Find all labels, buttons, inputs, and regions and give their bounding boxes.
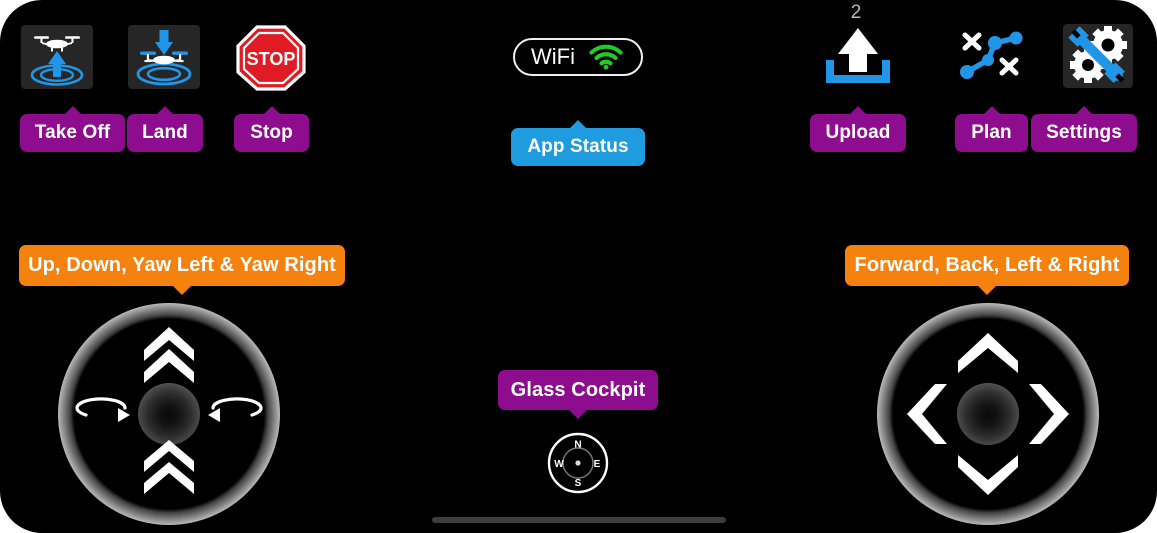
left-stick-label-callout: Up, Down, Yaw Left & Yaw Right: [19, 245, 345, 295]
drone-take-off-icon[interactable]: [21, 25, 93, 89]
take-off-glyph: [30, 36, 84, 86]
take-off-label: Take Off: [34, 122, 111, 143]
waypoint-plan-icon[interactable]: [955, 24, 1027, 88]
upload-label: Upload: [825, 122, 891, 143]
callout-notch: [982, 106, 1001, 115]
compass-icon[interactable]: N E S W: [547, 432, 609, 494]
callout-notch: [849, 106, 867, 115]
callout-notch: [1075, 106, 1093, 115]
land-label: Land: [142, 122, 188, 143]
drone-land-icon[interactable]: [128, 25, 200, 89]
compass-west-label: W: [554, 459, 564, 470]
wifi-status-pill[interactable]: WiFi: [513, 38, 643, 76]
plan-button[interactable]: Plan: [955, 106, 1028, 152]
callout-notch: [569, 410, 587, 419]
left-stick-label: Up, Down, Yaw Left & Yaw Right: [28, 254, 336, 276]
callout-notch: [63, 106, 82, 115]
home-indicator-bar[interactable]: [432, 517, 726, 523]
right-stick-label: Forward, Back, Left & Right: [854, 254, 1120, 276]
glass-cockpit-label: Glass Cockpit: [510, 378, 646, 401]
compass-east-label: E: [594, 459, 601, 470]
take-off-button[interactable]: Take Off: [20, 106, 125, 152]
settings-glyph: [1068, 26, 1127, 83]
callout-notch: [569, 120, 587, 129]
callout-notch: [156, 106, 174, 115]
upload-arrow-icon[interactable]: [824, 24, 892, 88]
stop-sign-glyph: STOP: [236, 25, 306, 91]
left-joystick-knob[interactable]: [138, 383, 200, 445]
callout-notch: [173, 286, 191, 295]
wifi-signal-icon: [589, 44, 623, 70]
stop-sign-text: STOP: [247, 49, 296, 69]
wifi-label: WiFi: [531, 44, 575, 69]
left-joystick[interactable]: [58, 303, 280, 525]
upload-count-badge: 2: [850, 2, 862, 23]
stop-button[interactable]: Stop: [234, 106, 309, 152]
compass-south-label: S: [575, 478, 582, 489]
land-button[interactable]: Land: [127, 106, 203, 152]
callout-notch: [262, 106, 281, 115]
plan-label: Plan: [971, 122, 1012, 143]
land-glyph: [136, 30, 192, 86]
compass-glyph: N E S W: [547, 432, 609, 494]
right-stick-label-callout: Forward, Back, Left & Right: [845, 245, 1129, 295]
app-status-label: App Status: [527, 136, 629, 157]
callout-notch: [978, 286, 996, 295]
settings-label: Settings: [1046, 122, 1122, 143]
right-joystick-knob[interactable]: [957, 383, 1019, 445]
upload-button[interactable]: Upload: [810, 106, 906, 152]
compass-north-label: N: [574, 440, 581, 451]
stop-sign-icon[interactable]: STOP: [235, 24, 307, 92]
right-joystick[interactable]: [877, 303, 1099, 525]
upload-glyph: [826, 28, 890, 83]
plan-glyph: [960, 31, 1023, 79]
app-status-button[interactable]: App Status: [511, 120, 645, 166]
glass-cockpit-label-callout: Glass Cockpit: [498, 370, 658, 419]
stop-label: Stop: [250, 122, 293, 143]
gears-wrench-icon[interactable]: [1063, 24, 1133, 88]
settings-button[interactable]: Settings: [1031, 106, 1137, 152]
app-screen: STOP Take Off Land Stop WiFi App Status …: [0, 0, 1157, 533]
